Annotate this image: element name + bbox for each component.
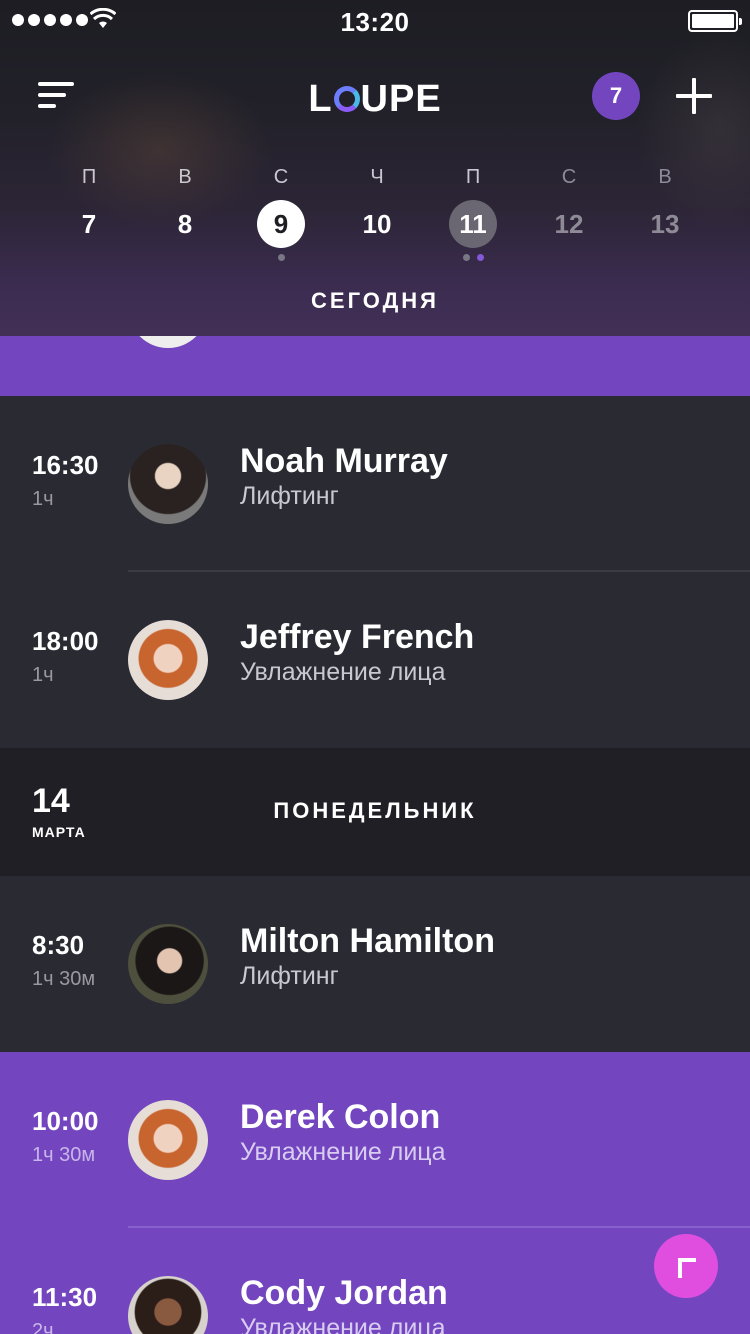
appointment-time: 18:00	[32, 626, 99, 656]
appointment-duration: 1ч 30м	[32, 1144, 96, 1166]
appointment-duration: 1ч 30м	[32, 968, 96, 990]
day-7[interactable]: П 7	[41, 160, 137, 270]
add-appointment-button[interactable]	[676, 78, 712, 114]
weekday-label: В	[658, 166, 672, 188]
status-bar: 13:20	[0, 0, 750, 40]
appointment-row[interactable]: 16:30 1ч Noah Murray Лифтинг	[0, 396, 750, 572]
event-dot	[476, 254, 484, 261]
menu-button[interactable]	[38, 82, 78, 112]
appointment-row-partial[interactable]	[0, 336, 750, 396]
header: 13:20 L UPE 7 П 7 В 8 С 9 Ч 10 П 11 С 12…	[0, 0, 750, 336]
client-name: Noah Murray	[240, 442, 448, 480]
service-name: Увлажнение лица	[240, 1138, 446, 1166]
weekday-label: С	[273, 166, 289, 188]
battery-icon	[688, 10, 742, 32]
fab-button[interactable]	[654, 1234, 718, 1298]
menu-icon	[38, 82, 74, 86]
day-12[interactable]: С 12	[521, 160, 617, 270]
weekday-label: П	[81, 166, 97, 188]
day-13[interactable]: В 13	[617, 160, 713, 270]
week-strip: П 7 В 8 С 9 Ч 10 П 11 С 12 В 13	[41, 160, 711, 270]
notifications-badge[interactable]: 7	[592, 72, 640, 120]
avatar	[128, 924, 208, 1004]
client-name: Milton Hamilton	[240, 922, 495, 960]
day-section-header: 14 МАРТА ПОНЕДЕЛЬНИК	[0, 748, 750, 876]
day-number: 12	[554, 209, 584, 239]
section-month: МАРТА	[32, 824, 86, 840]
day-number: 9	[257, 200, 305, 248]
appointment-duration: 1ч	[32, 664, 54, 686]
client-name: Jeffrey French	[240, 618, 475, 656]
section-weekday: ПОНЕДЕЛЬНИК	[273, 798, 477, 823]
status-time: 13:20	[340, 7, 410, 37]
appointment-time: 10:00	[32, 1106, 99, 1136]
event-dot	[462, 254, 470, 261]
service-name: Увлажнение лица	[240, 1314, 446, 1334]
avatar	[128, 1100, 208, 1180]
appointment-row[interactable]: 18:00 1ч Jeffrey French Увлажнение лица	[0, 572, 750, 748]
appointment-row[interactable]: 8:30 1ч 30м Milton Hamilton Лифтинг	[0, 876, 750, 1052]
appointment-time: 16:30	[32, 450, 99, 480]
day-number: 13	[650, 209, 680, 239]
day-11-selected[interactable]: П 11	[425, 160, 521, 270]
weekday-label: П	[465, 166, 481, 188]
avatar	[128, 620, 208, 700]
event-dot	[277, 254, 285, 261]
weekday-label: С	[561, 166, 577, 188]
service-name: Увлажнение лица	[240, 658, 446, 686]
appointment-time: 8:30	[32, 930, 85, 960]
day-number: 11	[449, 200, 497, 248]
appointment-time: 11:30	[32, 1282, 98, 1312]
weekday-label: В	[178, 166, 192, 188]
day-9-today[interactable]: С 9	[233, 160, 329, 270]
service-name: Лифтинг	[240, 482, 339, 510]
client-name: Cody Jordan	[240, 1274, 448, 1312]
appointment-duration: 1ч	[32, 488, 54, 510]
avatar	[128, 1276, 208, 1334]
service-name: Лифтинг	[240, 962, 339, 990]
day-number: 7	[81, 209, 97, 239]
day-10[interactable]: Ч 10	[329, 160, 425, 270]
app-logo: L UPE	[308, 78, 442, 120]
avatar	[128, 444, 208, 524]
appointment-duration: 2ч	[32, 1320, 54, 1334]
corner-arrow-icon	[678, 1258, 696, 1278]
logo-ring-icon	[333, 86, 360, 112]
weekday-label: Ч	[370, 166, 384, 188]
today-button[interactable]: СЕГОДНЯ	[0, 288, 750, 314]
day-number: 8	[177, 209, 193, 239]
day-8[interactable]: В 8	[137, 160, 233, 270]
client-name: Derek Colon	[240, 1098, 441, 1136]
appointment-row[interactable]: 10:00 1ч 30м Derek Colon Увлажнение лица	[0, 1052, 750, 1228]
appointment-row[interactable]: 11:30 2ч Cody Jordan Увлажнение лица	[0, 1228, 750, 1334]
day-number: 10	[362, 209, 392, 239]
